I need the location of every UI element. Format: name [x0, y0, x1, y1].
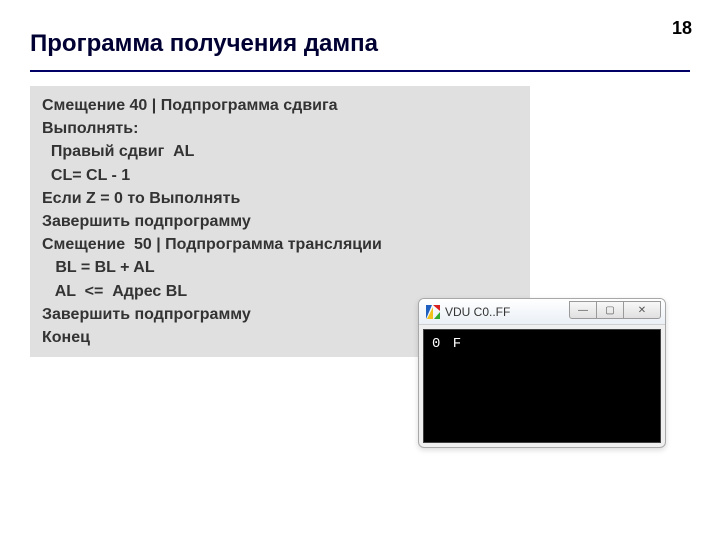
code-line: Выполнять:: [42, 117, 518, 140]
close-icon: ✕: [638, 305, 646, 316]
close-button[interactable]: ✕: [623, 301, 661, 319]
code-line: Завершить подпрограмму: [42, 210, 518, 233]
vdu-titlebar[interactable]: VDU C0..FF — ▢ ✕: [419, 299, 665, 325]
app-icon: [425, 304, 441, 320]
minimize-icon: —: [578, 305, 588, 316]
vdu-output-text: 0 F: [432, 336, 463, 352]
code-line: Смещение 40 | Подпрограмма сдвига: [42, 94, 518, 117]
slide-title: Программа получения дампа: [30, 30, 378, 58]
code-line: Если Z = 0 то Выполнять: [42, 187, 518, 210]
title-underline: [30, 70, 690, 72]
vdu-title-text: VDU C0..FF: [445, 305, 510, 319]
window-controls: — ▢ ✕: [570, 301, 661, 319]
minimize-button[interactable]: —: [569, 301, 597, 319]
maximize-icon: ▢: [605, 305, 614, 316]
code-line: BL = BL + AL: [42, 256, 518, 279]
code-line: Правый сдвиг AL: [42, 140, 518, 163]
code-line: CL= CL - 1: [42, 164, 518, 187]
code-line: Смещение 50 | Подпрограмма трансляции: [42, 233, 518, 256]
maximize-button[interactable]: ▢: [596, 301, 624, 319]
vdu-window: VDU C0..FF — ▢ ✕ 0 F: [418, 298, 666, 448]
vdu-output-area: 0 F: [423, 329, 661, 443]
page-number: 18: [672, 18, 692, 39]
